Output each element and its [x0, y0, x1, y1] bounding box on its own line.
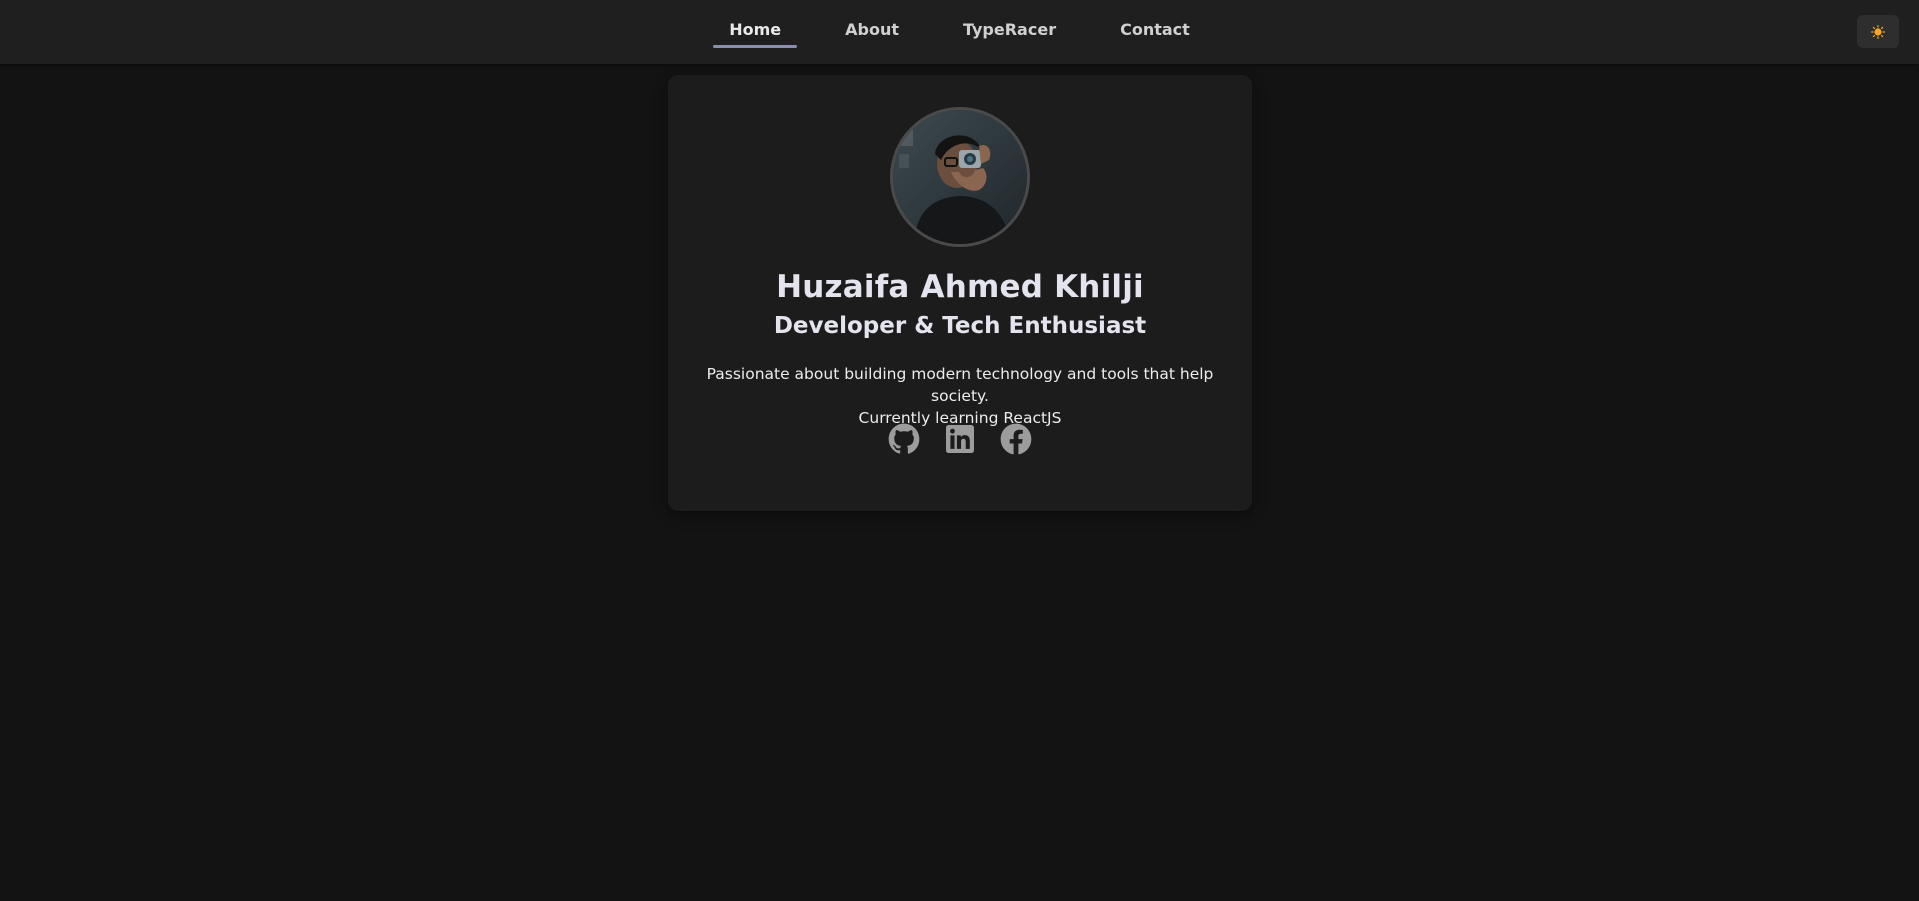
nav-link-typeracer[interactable]: TypeRacer [947, 0, 1072, 64]
profile-title: Developer & Tech Enthusiast [773, 313, 1147, 339]
nav-links: Home About TypeRacer Contact [0, 0, 1919, 64]
facebook-icon [1000, 423, 1032, 455]
linkedin-link[interactable] [944, 423, 976, 455]
sun-icon [1871, 24, 1885, 39]
nav-link-label: TypeRacer [962, 20, 1057, 39]
github-link[interactable] [888, 423, 920, 455]
bio-line: Passionate about building modern technol… [706, 365, 1214, 405]
theme-toggle-button[interactable] [1857, 15, 1899, 48]
social-links [668, 423, 1252, 455]
profile-avatar [890, 107, 1030, 247]
facebook-link[interactable] [1000, 423, 1032, 455]
nav-link-label: Home [729, 20, 782, 39]
nav-link-contact[interactable]: Contact [1104, 0, 1206, 64]
nav-link-label: About [845, 20, 899, 39]
profile-bio: Passionate about building modern technol… [688, 363, 1232, 429]
profile-card: Huzaifa Ahmed Khilji Developer & Tech En… [668, 75, 1252, 511]
active-underline [713, 45, 798, 48]
profile-name: Huzaifa Ahmed Khilji [776, 269, 1144, 305]
nav-link-home[interactable]: Home [713, 0, 798, 64]
profile-photo [893, 110, 1027, 244]
nav-link-about[interactable]: About [829, 0, 915, 64]
linkedin-icon [946, 425, 974, 453]
top-navbar: Home About TypeRacer Contact [0, 0, 1919, 64]
nav-link-label: Contact [1120, 20, 1190, 39]
github-icon [888, 423, 920, 454]
